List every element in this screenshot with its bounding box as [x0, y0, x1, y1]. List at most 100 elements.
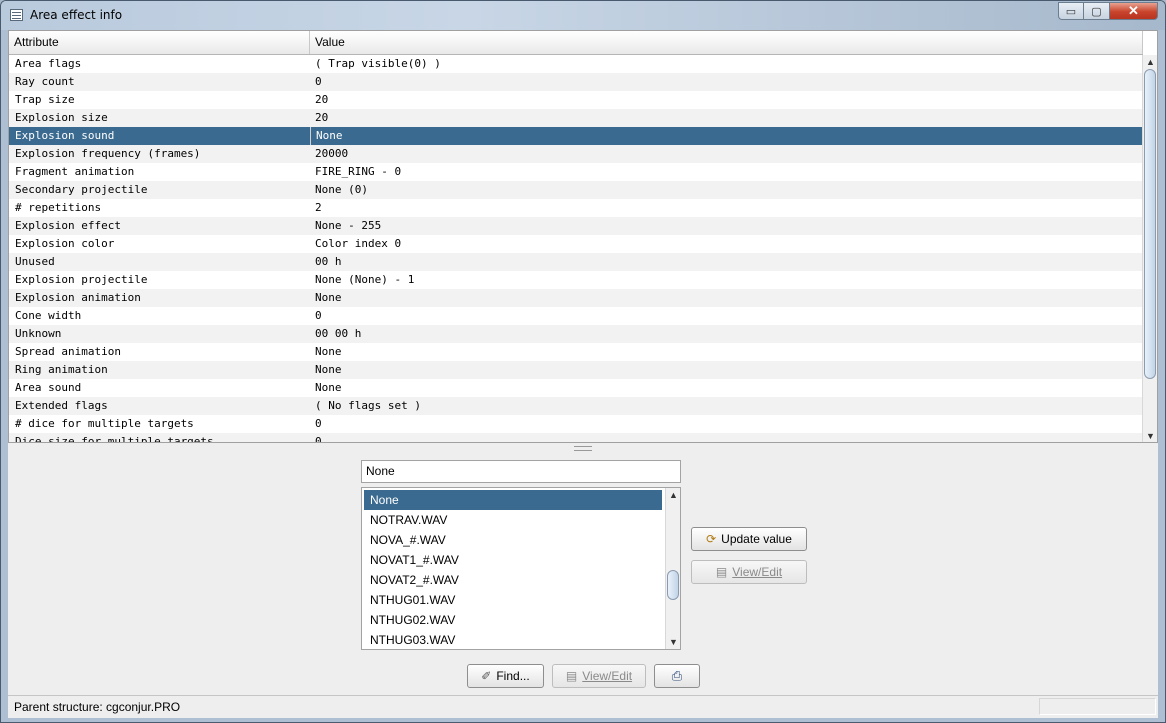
editor-view-edit-label: View/Edit	[732, 565, 783, 579]
attribute-cell: Explosion projectile	[15, 273, 148, 286]
table-row[interactable]: Explosion projectile None (None) - 1	[9, 271, 1143, 289]
value-cell: 20	[315, 93, 329, 106]
list-item[interactable]: None	[364, 490, 662, 510]
stack-icon: ▤	[565, 669, 578, 683]
value-cell: None - 255	[315, 219, 382, 232]
table-row[interactable]: # dice for multiple targets 0	[9, 415, 1143, 433]
value-cell: ( Trap visible(0) )	[315, 57, 441, 70]
table-row[interactable]: Secondary projectile None (0)	[9, 181, 1143, 199]
value-cell: None	[315, 381, 342, 394]
table-row[interactable]: Explosion animation None	[9, 289, 1143, 307]
value-cell: None	[315, 291, 342, 304]
value-cell: Color index 0	[315, 237, 402, 250]
view-edit-button[interactable]: ▤ View/Edit	[552, 664, 646, 688]
attribute-cell: Area flags	[15, 57, 82, 70]
value-cell: 0	[315, 417, 322, 430]
window-controls: ▭ ▢ ✕	[1058, 2, 1158, 20]
window: Area effect info ▭ ▢ ✕ Attribute Value A…	[0, 0, 1166, 723]
value-cell: 2	[315, 201, 322, 214]
list-scroll-down-icon[interactable]: ▼	[668, 636, 679, 648]
list-item[interactable]: NTHUG02.WAV	[364, 610, 662, 630]
table-row[interactable]: Extended flags ( No flags set )	[9, 397, 1143, 415]
wand-icon: ✐	[481, 669, 492, 683]
scroll-down-icon[interactable]: ▼	[1145, 430, 1156, 442]
table-header: Attribute Value	[9, 31, 1143, 55]
stack-icon: ▤	[715, 565, 728, 579]
table-row[interactable]: Ring animation None	[9, 361, 1143, 379]
table-scrollbar[interactable]: ▲ ▼	[1142, 55, 1157, 442]
table-row[interactable]: Fragment animation FIRE_RING - 0	[9, 163, 1143, 181]
table-scroll-thumb[interactable]	[1144, 69, 1156, 379]
title-bar[interactable]: Area effect info ▭ ▢ ✕	[1, 1, 1165, 30]
window-title: Area effect info	[30, 8, 123, 22]
table-row[interactable]: Unused 00 h	[9, 253, 1143, 271]
attribute-cell: Spread animation	[15, 345, 121, 358]
minimize-button[interactable]: ▭	[1058, 2, 1084, 20]
printer-icon: ⎙	[671, 668, 683, 683]
table-row[interactable]: Ray count 0	[9, 73, 1143, 91]
attribute-cell: Explosion size	[15, 111, 108, 124]
status-text: Parent structure: cgconjur.PRO	[14, 700, 181, 714]
table-row[interactable]: Dice size for multiple targets 0	[9, 433, 1143, 443]
list-scroll-up-icon[interactable]: ▲	[668, 489, 679, 501]
print-button[interactable]: ⎙	[654, 664, 700, 688]
list-item[interactable]: NOVAT1_#.WAV	[364, 550, 662, 570]
list-scrollbar[interactable]: ▲ ▼	[665, 488, 680, 649]
attribute-cell: Ray count	[15, 75, 75, 88]
value-cell: 00 h	[315, 255, 342, 268]
splitter[interactable]	[8, 443, 1158, 451]
table-row[interactable]: Explosion sound None	[9, 127, 1143, 145]
attribute-cell: Cone width	[15, 309, 82, 322]
maximize-button[interactable]: ▢	[1084, 2, 1110, 20]
editor-view-edit-button[interactable]: ▤ View/Edit	[691, 560, 807, 584]
table-row[interactable]: Unknown 00 00 h	[9, 325, 1143, 343]
scroll-up-icon[interactable]: ▲	[1145, 56, 1156, 68]
list-item[interactable]: NTHUG01.WAV	[364, 590, 662, 610]
refresh-icon: ⟳	[706, 532, 717, 546]
window-icon	[10, 9, 23, 21]
list-scroll-thumb[interactable]	[667, 570, 679, 600]
value-input[interactable]: None	[361, 460, 681, 483]
value-cell: 0	[315, 435, 322, 443]
status-segment	[1039, 698, 1156, 715]
attribute-cell: Explosion animation	[15, 291, 141, 304]
status-bar: Parent structure: cgconjur.PRO	[8, 695, 1158, 718]
attribute-cell: Secondary projectile	[15, 183, 148, 196]
update-value-button[interactable]: ⟳ Update value	[691, 527, 807, 551]
find-button[interactable]: ✐ Find...	[467, 664, 544, 688]
attribute-cell: Explosion frequency (frames)	[15, 147, 201, 160]
attribute-cell: Area sound	[15, 381, 82, 394]
view-edit-label: View/Edit	[582, 669, 633, 683]
table-row[interactable]: Explosion size 20	[9, 109, 1143, 127]
attribute-cell: Trap size	[15, 93, 75, 106]
list-item[interactable]: NTHUG03.WAV	[364, 630, 662, 649]
table-row[interactable]: # repetitions 2	[9, 199, 1143, 217]
column-header-value[interactable]: Value	[310, 31, 1143, 54]
close-button[interactable]: ✕	[1110, 2, 1158, 20]
splitter-grip-icon[interactable]	[574, 446, 592, 451]
list-item[interactable]: NOTRAV.WAV	[364, 510, 662, 530]
table-row[interactable]: Explosion color Color index 0	[9, 235, 1143, 253]
column-header-attribute[interactable]: Attribute	[9, 31, 310, 54]
list-item[interactable]: NOVAT2_#.WAV	[364, 570, 662, 590]
value-cell: 20000	[315, 147, 349, 160]
value-list[interactable]: None NOTRAV.WAV NOVA_#.WAV NOVAT1_#.WAV NOVA…	[361, 487, 681, 650]
table-row[interactable]: Area sound None	[9, 379, 1143, 397]
table-row[interactable]: Cone width 0	[9, 307, 1143, 325]
value-cell: None	[315, 363, 342, 376]
table-row[interactable]: Explosion effect None - 255	[9, 217, 1143, 235]
table-row[interactable]: Spread animation None	[9, 343, 1143, 361]
attribute-cell: Ring animation	[15, 363, 108, 376]
table-body: Area flags ( Trap visible(0) ) Ray count 0 T…	[9, 55, 1143, 443]
table-row[interactable]: Explosion frequency (frames) 20000	[9, 145, 1143, 163]
update-value-label: Update value	[721, 532, 792, 546]
table-row[interactable]: Area flags ( Trap visible(0) )	[9, 55, 1143, 73]
attribute-cell: Unknown	[15, 327, 62, 340]
table-row[interactable]: Trap size 20	[9, 91, 1143, 109]
attribute-table: Attribute Value Area flags ( Trap visible…	[8, 30, 1158, 443]
list-item[interactable]: NOVA_#.WAV	[364, 530, 662, 550]
value-cell: 20	[315, 111, 329, 124]
content-panel: Attribute Value Area flags ( Trap visible…	[8, 30, 1158, 718]
find-label: Find...	[496, 669, 530, 683]
attribute-cell: Extended flags	[15, 399, 108, 412]
